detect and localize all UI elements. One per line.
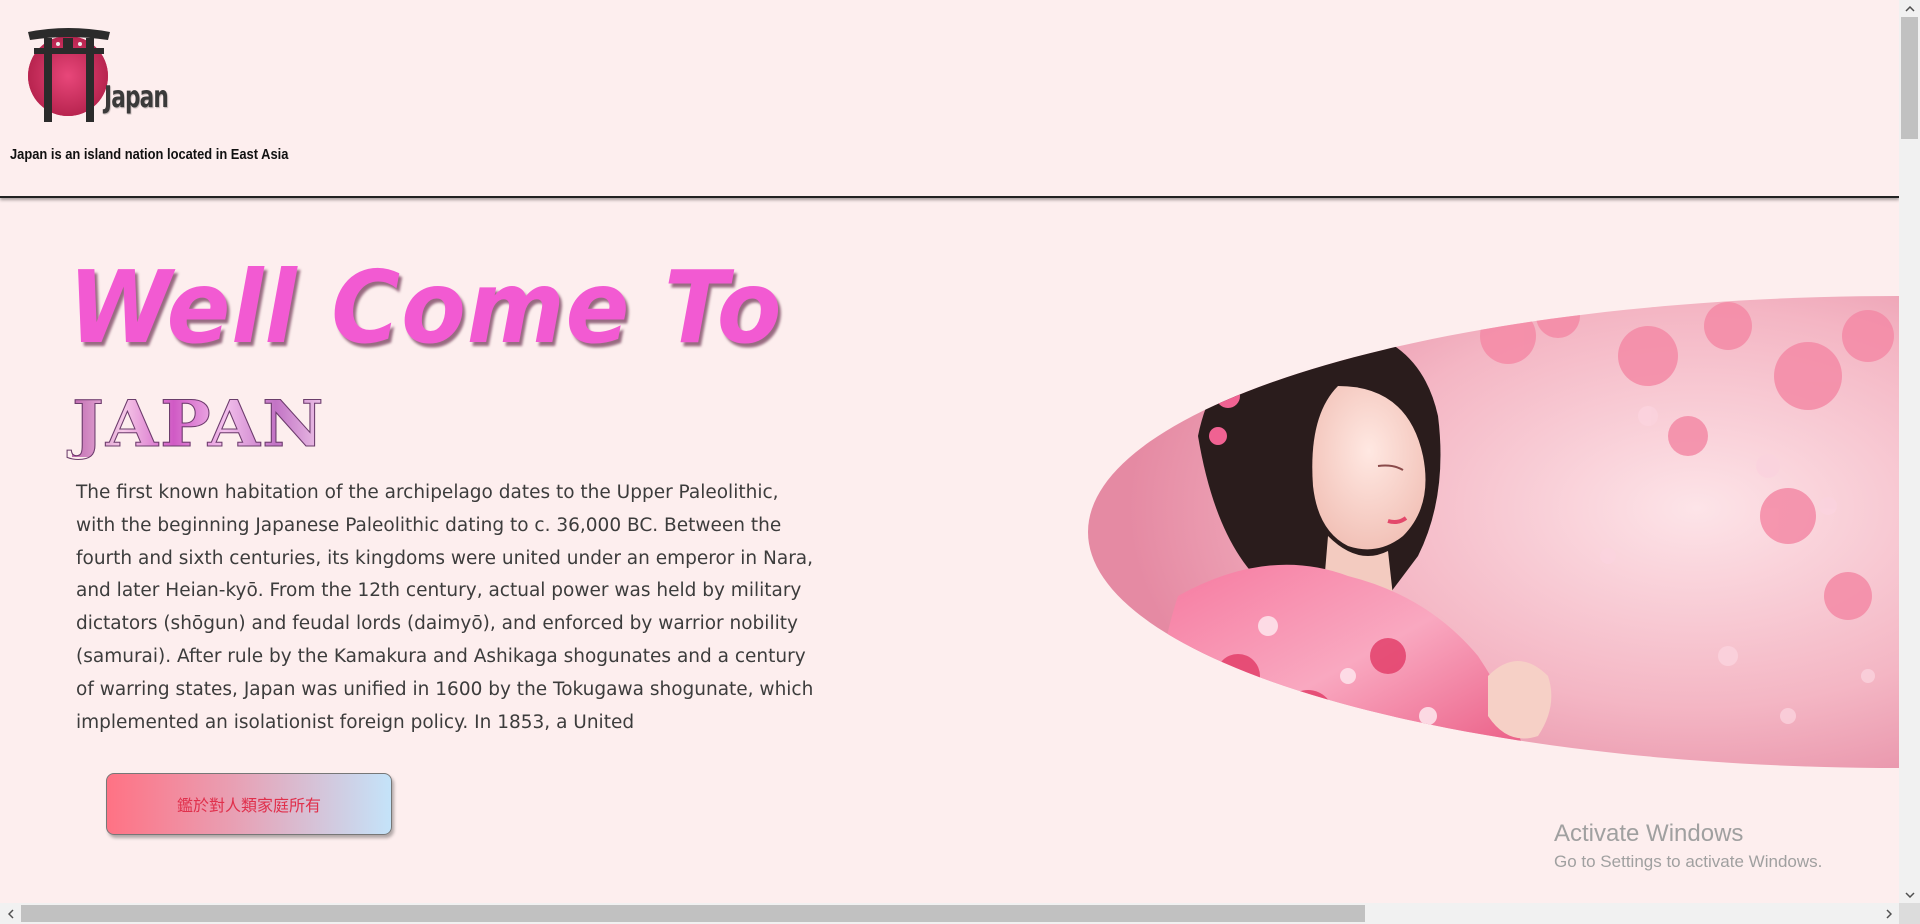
woman-in-kimono-cherry-blossoms-image <box>1088 296 1899 768</box>
activate-windows-watermark: Activate Windows Go to Settings to activ… <box>1554 818 1822 874</box>
activate-windows-title: Activate Windows <box>1554 820 1744 847</box>
site-header: Japan Japan is an island nation located … <box>0 0 1899 198</box>
hero-description: The first known habitation of the archip… <box>76 482 814 733</box>
hero-title: Well Come To <box>68 249 783 366</box>
activate-windows-subtitle: Go to Settings to activate Windows. <box>1554 852 1823 871</box>
cta-button[interactable]: 鑑於對人類家庭所有 <box>106 773 392 835</box>
hero-image <box>1088 296 1899 768</box>
logo-text: Japan <box>104 80 169 115</box>
vertical-scroll-thumb[interactable] <box>1901 17 1918 139</box>
scroll-right-icon[interactable] <box>1878 903 1899 924</box>
scrollbar-corner <box>1899 903 1920 924</box>
scroll-up-icon[interactable] <box>1899 0 1920 17</box>
horizontal-scroll-thumb[interactable] <box>21 905 1365 922</box>
vertical-scrollbar[interactable] <box>1899 0 1920 903</box>
scroll-left-icon[interactable] <box>0 903 21 924</box>
japan-logo[interactable]: Japan <box>26 24 176 124</box>
page: Japan Japan is an island nation located … <box>0 0 1899 903</box>
scroll-down-icon[interactable] <box>1899 886 1920 903</box>
site-tagline: Japan is an island nation located in Eas… <box>10 146 289 163</box>
torii-sun-icon <box>28 28 110 122</box>
horizontal-scrollbar[interactable] <box>0 903 1899 924</box>
hero-subtitle: JAPAN <box>71 387 326 462</box>
